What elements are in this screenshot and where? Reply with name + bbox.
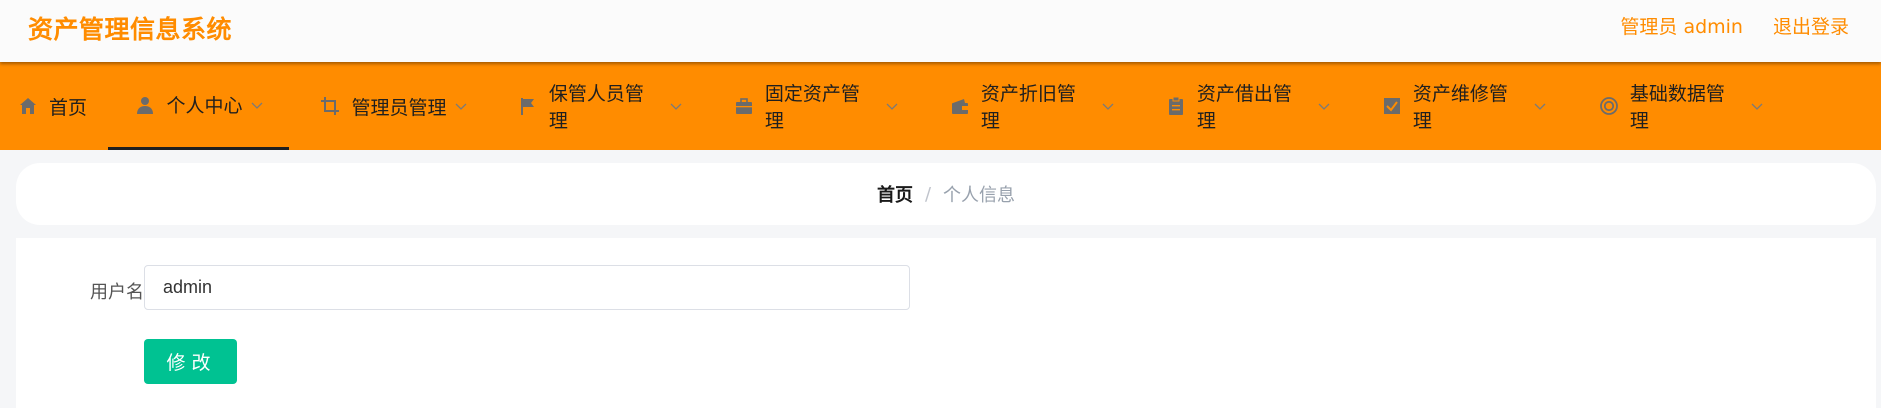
nav-item-home[interactable]: 首页 [14,62,90,150]
nav-item-label: 基础数据管理 [1629,83,1725,132]
nav-item-label: 资产折旧管理 [980,83,1076,132]
nav-item-label: 首页 [48,96,87,119]
home-icon [17,95,39,117]
chevron-down-icon [1751,100,1763,112]
chevron-down-icon [1102,100,1114,112]
chevron-down-icon [251,99,263,111]
nav-item-admin-management[interactable]: 管理员管理 [318,62,468,150]
chevron-down-icon [455,100,467,112]
user-icon [134,94,156,116]
modify-button[interactable]: 修改 [144,339,237,384]
nav-item-repair-management[interactable]: 资产维修管理 [1381,62,1546,150]
username-label: 用户名 [90,282,144,303]
wallet-icon [949,95,971,117]
briefcase-icon [733,95,755,117]
header-user-area: 管理员 admin 退出登录 [1620,12,1849,39]
nav-item-label: 个人中心 [166,95,243,117]
nav-item-fixed-assets-management[interactable]: 固定资产管理 [733,62,898,150]
nav-item-label: 保管人员管理 [548,83,644,132]
breadcrumb-separator: / [924,183,932,205]
nav-item-personal-center[interactable]: 个人中心 [108,62,289,150]
nav-item-label: 固定资产管理 [764,83,860,132]
current-user-label[interactable]: 管理员 admin [1620,12,1743,39]
logout-link[interactable]: 退出登录 [1773,12,1849,39]
target-icon [1598,95,1620,117]
crop-icon [319,95,341,117]
main-nav: 首页 个人中心 管理员管理 保管人员管理 固定资产管理 资产折旧管理 资产借出管… [0,62,1881,150]
nav-item-custodian-management[interactable]: 保管人员管理 [517,62,682,150]
chevron-down-icon [1534,100,1546,112]
top-header: 资产管理信息系统 管理员 admin 退出登录 [0,0,1881,62]
nav-item-label: 资产维修管理 [1412,83,1508,132]
breadcrumb: 首页 / 个人信息 [16,163,1876,225]
profile-form: 用户名 修改 [16,238,1876,408]
app-title: 资产管理信息系统 [28,15,233,44]
username-field[interactable] [144,265,910,310]
chevron-down-icon [670,100,682,112]
breadcrumb-home-link[interactable]: 首页 [877,181,913,207]
check-square-icon [1381,95,1403,117]
chevron-down-icon [886,100,898,112]
clipboard-icon [1165,95,1187,117]
breadcrumb-current: 个人信息 [943,185,1016,206]
nav-item-base-data-management[interactable]: 基础数据管理 [1598,62,1763,150]
nav-item-depreciation-management[interactable]: 资产折旧管理 [949,62,1114,150]
nav-item-lending-management[interactable]: 资产借出管理 [1165,62,1330,150]
nav-item-label: 资产借出管理 [1196,83,1292,132]
chevron-down-icon [1318,100,1330,112]
nav-item-label: 管理员管理 [351,96,447,119]
flag-icon [517,95,539,117]
